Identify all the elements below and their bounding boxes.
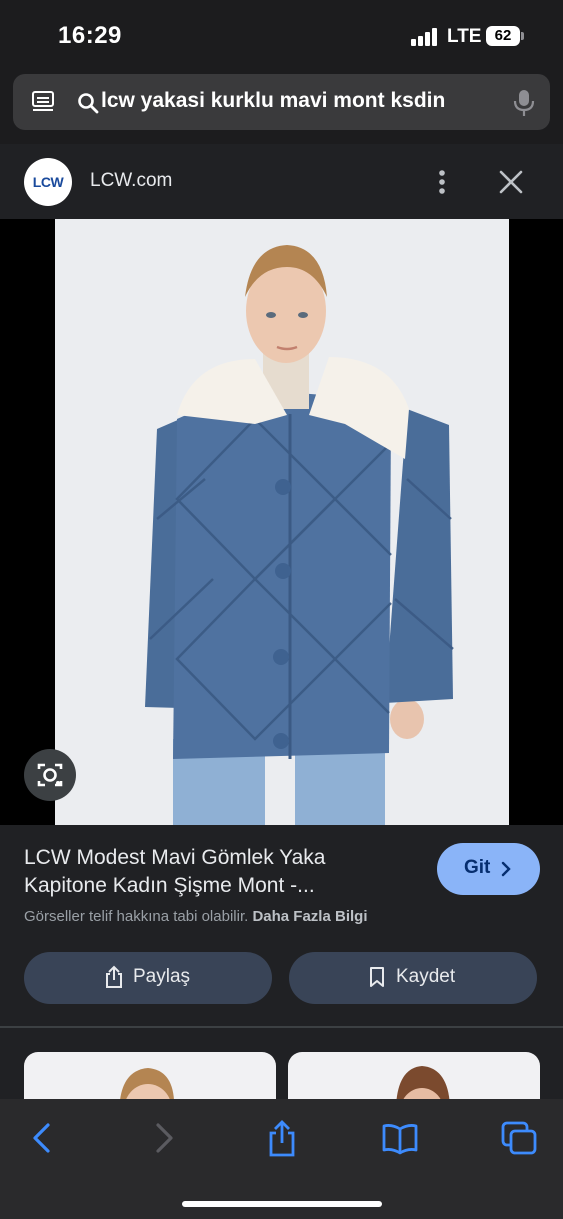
- share-icon[interactable]: [262, 1119, 302, 1157]
- related-card[interactable]: [288, 1052, 540, 1100]
- product-info-panel: LCW Modest Mavi Gömlek Yaka Kapitone Kad…: [0, 825, 563, 1028]
- product-title-line1: LCW Modest Mavi Gömlek Yaka: [24, 846, 326, 869]
- cellular-signal-icon: [411, 28, 441, 46]
- bookmark-icon: [370, 967, 384, 987]
- battery-tip: [521, 32, 524, 40]
- status-bar: 16:29 LTE 62: [0, 0, 563, 68]
- related-results: [0, 1028, 563, 1100]
- copyright-text: Görseller telif hakkına tabi olabilir.: [24, 908, 249, 925]
- product-image[interactable]: [55, 219, 509, 825]
- battery-level: 62: [486, 26, 520, 46]
- bookmarks-book-icon[interactable]: [380, 1119, 420, 1157]
- status-time: 16:29: [58, 22, 122, 49]
- jacket-photo-illustration: [145, 245, 454, 825]
- visit-label: Git: [464, 857, 491, 878]
- address-bar[interactable]: lcw yakasi kurklu mavi mont ksdin: [13, 74, 550, 130]
- related-card[interactable]: [24, 1052, 276, 1100]
- back-icon[interactable]: [22, 1119, 62, 1157]
- search-query[interactable]: lcw yakasi kurklu mavi mont ksdin: [101, 89, 445, 113]
- copyright-notice: Görseller telif hakkına tabi olabilir. D…: [24, 908, 367, 925]
- home-indicator: [182, 1201, 382, 1207]
- image-viewer: [0, 219, 563, 825]
- visit-button[interactable]: Git: [437, 843, 540, 895]
- network-type: LTE: [447, 26, 482, 47]
- address-bar-row: lcw yakasi kurklu mavi mont ksdin: [0, 68, 563, 144]
- product-title[interactable]: LCW Modest Mavi Gömlek Yaka Kapitone Kad…: [24, 844, 424, 900]
- tabs-icon[interactable]: [31, 90, 55, 114]
- tabs-overview-icon[interactable]: [499, 1119, 539, 1157]
- share-label: Paylaş: [133, 966, 191, 987]
- browser-toolbar: [0, 1099, 563, 1219]
- product-title-line2: Kapitone Kadın Şişme Mont -...: [24, 874, 315, 897]
- source-logo[interactable]: LCW: [24, 158, 72, 206]
- save-button[interactable]: Kaydet: [289, 952, 537, 1004]
- source-header: LCW LCW.com: [0, 144, 563, 219]
- forward-icon[interactable]: [144, 1119, 184, 1157]
- search-icon: [78, 93, 99, 114]
- save-label: Kaydet: [396, 966, 456, 987]
- related-image: [120, 1068, 174, 1100]
- share-icon: [106, 965, 122, 988]
- mic-icon[interactable]: [513, 88, 535, 118]
- related-image: [396, 1066, 450, 1100]
- source-name[interactable]: LCW.com: [90, 170, 172, 192]
- more-vertical-icon[interactable]: [432, 168, 452, 196]
- chevron-right-icon: [501, 861, 511, 877]
- more-info-link[interactable]: Daha Fazla Bilgi: [252, 908, 367, 925]
- share-button[interactable]: Paylaş: [24, 952, 272, 1004]
- close-icon[interactable]: [498, 169, 524, 195]
- lens-button[interactable]: [24, 749, 76, 801]
- lens-icon: [37, 763, 63, 787]
